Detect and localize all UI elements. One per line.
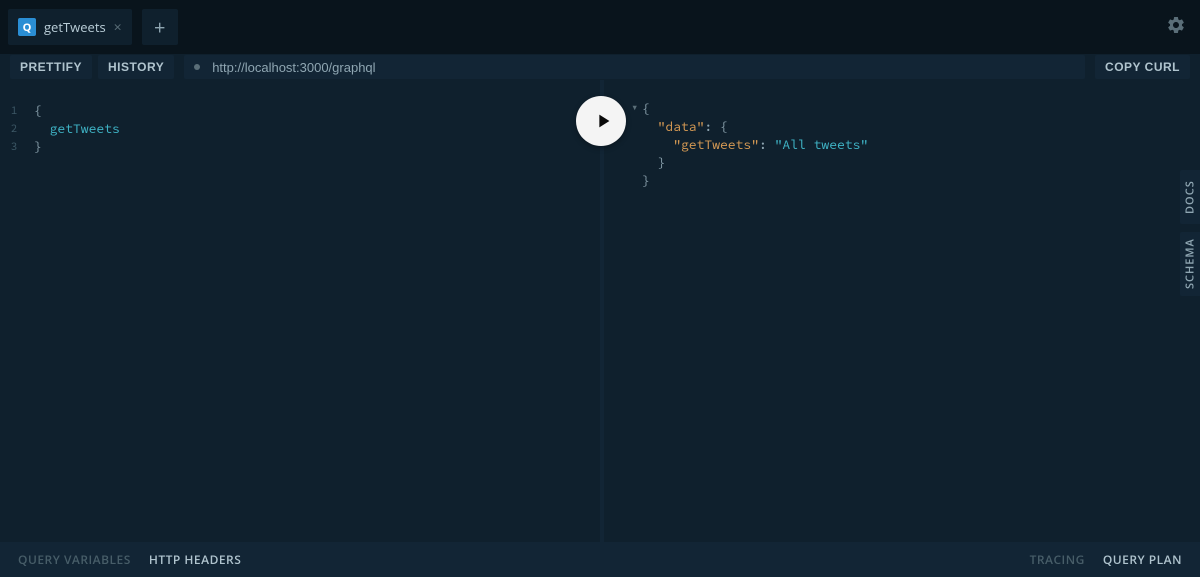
tab-title: getTweets — [44, 18, 106, 36]
json-key: "data" — [658, 118, 705, 135]
code-token — [34, 120, 50, 137]
execute-button[interactable] — [576, 96, 626, 146]
result-viewer: ▼ { "data": { "getTweets": "All tweets" … — [600, 80, 1200, 542]
tab-active[interactable]: Q getTweets × — [8, 9, 132, 45]
copy-curl-button[interactable]: COPY CURL — [1095, 55, 1190, 79]
line-number: 1 — [0, 102, 28, 120]
tab-type-icon: Q — [18, 18, 36, 36]
prettify-button[interactable]: PRETTIFY — [10, 55, 92, 79]
json-token: } — [642, 172, 650, 189]
docs-tab[interactable]: DOCS — [1180, 170, 1200, 224]
json-token: } — [658, 154, 666, 171]
json-token: : — [704, 118, 720, 135]
query-editor[interactable]: 1 2 3 { getTweets } — [0, 80, 600, 542]
json-indent — [642, 118, 658, 135]
json-key: "getTweets" — [673, 136, 759, 153]
settings-button[interactable] — [1166, 15, 1186, 40]
editor-container: 1 2 3 { getTweets } ▼ { "data": { "getTw… — [0, 80, 1200, 542]
gear-icon — [1166, 15, 1186, 35]
line-gutter: 1 2 3 — [0, 102, 28, 156]
close-icon[interactable]: × — [114, 18, 122, 37]
endpoint-input[interactable] — [212, 60, 1075, 75]
url-bar[interactable] — [184, 55, 1085, 79]
json-string: "All tweets" — [775, 136, 869, 153]
json-token: : — [759, 136, 775, 153]
schema-tab[interactable]: SCHEMA — [1180, 232, 1200, 296]
code-token: { — [34, 102, 42, 119]
line-number: 2 — [0, 120, 28, 138]
bottom-bar: QUERY VARIABLES HTTP HEADERS TRACING QUE… — [0, 542, 1200, 577]
line-number: 3 — [0, 138, 28, 156]
new-tab-button[interactable]: + — [142, 9, 178, 45]
tab-tracing[interactable]: TRACING — [1030, 551, 1085, 568]
code-field: getTweets — [50, 120, 120, 137]
tab-http-headers[interactable]: HTTP HEADERS — [149, 551, 241, 568]
play-icon — [592, 110, 614, 132]
toolbar: PRETTIFY HISTORY COPY CURL — [0, 54, 1200, 80]
json-indent — [642, 136, 673, 153]
tab-query-plan[interactable]: QUERY PLAN — [1103, 551, 1182, 568]
tab-bar: Q getTweets × + — [0, 0, 1200, 54]
code-token: } — [34, 138, 42, 155]
plus-icon: + — [154, 14, 165, 41]
fold-caret-icon[interactable]: ▼ — [632, 100, 637, 118]
json-indent — [642, 154, 658, 171]
tab-query-variables[interactable]: QUERY VARIABLES — [18, 551, 131, 568]
json-token: { — [642, 100, 650, 117]
history-button[interactable]: HISTORY — [98, 55, 174, 79]
json-token: { — [720, 118, 728, 135]
status-dot-icon — [194, 64, 200, 70]
